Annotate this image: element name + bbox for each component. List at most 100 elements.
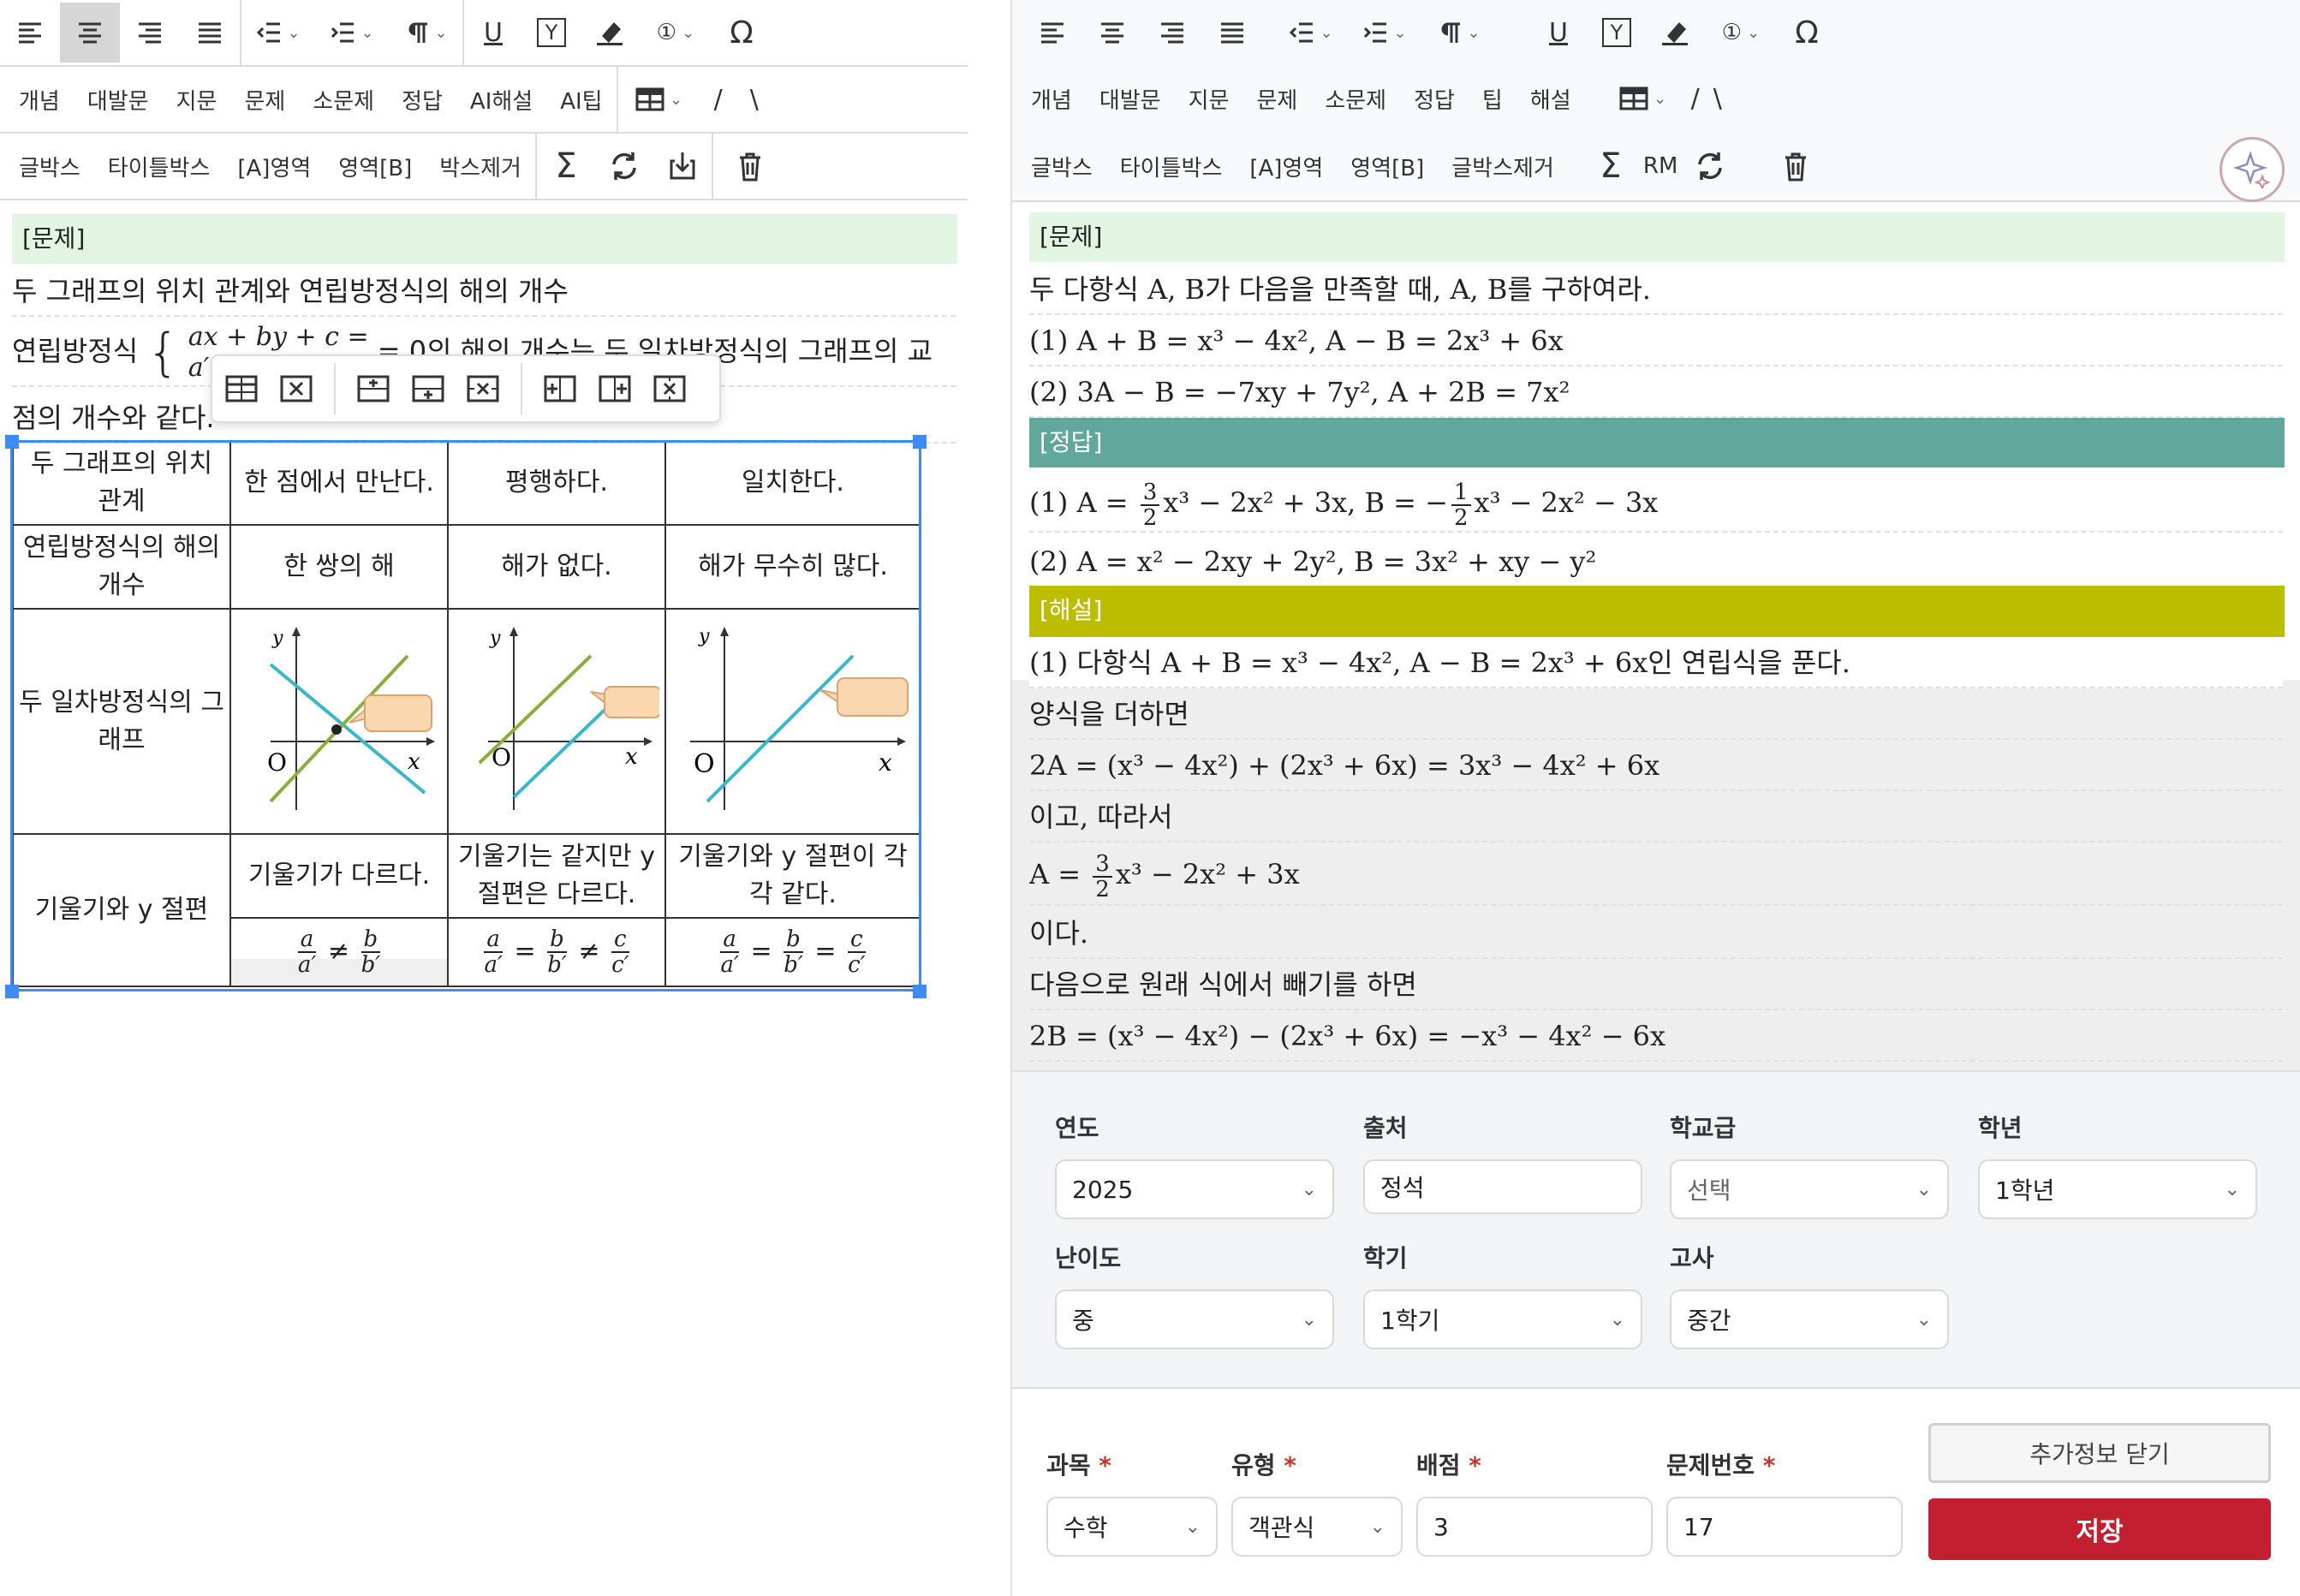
- btn-concept[interactable]: 개념: [0, 84, 74, 116]
- row-header-slope[interactable]: 기울기와 y 절편: [12, 833, 231, 987]
- cell-ratio-2[interactable]: a a′ = b b′ ≠ c c′: [447, 917, 666, 987]
- align-left-icon[interactable]: [0, 3, 60, 63]
- insert-column-right-icon[interactable]: [598, 374, 632, 403]
- insert-row-below-icon[interactable]: [411, 374, 445, 403]
- year-select[interactable]: 2025 ⌄: [1055, 1159, 1334, 1219]
- align-justify-icon[interactable]: [180, 3, 240, 63]
- align-justify-icon[interactable]: [1202, 3, 1262, 63]
- paragraph-icon[interactable]: ⌄: [1421, 3, 1495, 63]
- box-y-icon[interactable]: Y: [1588, 3, 1646, 63]
- paragraph-icon[interactable]: ⌄: [389, 3, 462, 63]
- sigma-icon[interactable]: Σ: [537, 136, 595, 196]
- btn-a-area[interactable]: [A]영역: [1236, 151, 1337, 182]
- refresh-icon[interactable]: [1684, 136, 1736, 196]
- underline-icon[interactable]: U: [464, 3, 522, 63]
- btn-a-area[interactable]: [A]영역: [223, 151, 325, 182]
- cell-position-parallel[interactable]: 평행하다.: [447, 440, 666, 526]
- outdent-icon[interactable]: ⌄: [241, 3, 315, 63]
- btn-title-box[interactable]: 타이틀박스: [1106, 151, 1236, 182]
- cell-solution-none[interactable]: 해가 없다.: [447, 524, 666, 610]
- table-icon[interactable]: ⌄: [1602, 68, 1684, 128]
- refresh-icon[interactable]: [595, 136, 653, 196]
- delete-row-icon[interactable]: [466, 374, 500, 403]
- circled-number-icon[interactable]: ① ⌄: [639, 3, 712, 63]
- trash-icon[interactable]: [713, 136, 787, 196]
- resize-handle-bottom-left[interactable]: [5, 985, 19, 998]
- align-right-icon[interactable]: [120, 3, 180, 63]
- cell-position-intersect[interactable]: 한 점에서 만난다.: [229, 440, 449, 526]
- insert-row-above-icon[interactable]: [356, 374, 390, 403]
- btn-answer[interactable]: 정답: [388, 84, 456, 116]
- rm-button[interactable]: RM: [1636, 153, 1685, 179]
- btn-text-box[interactable]: 글박스: [1012, 151, 1106, 182]
- circled-number-icon[interactable]: ① ⌄: [1704, 3, 1778, 63]
- btn-problem[interactable]: 문제: [230, 84, 299, 116]
- cell-solution-infinite[interactable]: 해가 무수히 많다.: [664, 524, 921, 610]
- btn-big-question[interactable]: 대발문: [1086, 83, 1175, 115]
- difficulty-select[interactable]: 중 ⌄: [1055, 1289, 1334, 1349]
- trash-icon[interactable]: [1761, 136, 1830, 196]
- row-header-graphs[interactable]: 두 일차방정식의 그래프: [12, 608, 231, 835]
- omega-icon[interactable]: Ω: [1778, 3, 1836, 63]
- insert-column-left-icon[interactable]: [543, 374, 577, 403]
- omega-icon[interactable]: Ω: [712, 3, 771, 63]
- btn-text-box[interactable]: 글박스: [0, 151, 94, 182]
- resize-handle-bottom-right[interactable]: [913, 985, 927, 998]
- download-icon[interactable]: [653, 136, 712, 196]
- btn-ai-solution[interactable]: AI해설: [456, 84, 546, 116]
- btn-answer[interactable]: 정답: [1400, 83, 1469, 115]
- align-left-icon[interactable]: [1022, 3, 1082, 63]
- highlighter-icon[interactable]: [581, 3, 639, 63]
- btn-sub-problem[interactable]: 소문제: [299, 84, 388, 116]
- btn-sub-problem[interactable]: 소문제: [1311, 83, 1400, 115]
- cell-graph-intersect[interactable]: y x O: [229, 608, 449, 835]
- cell-solution-one[interactable]: 한 쌍의 해: [229, 524, 449, 610]
- ai-sparkle-button[interactable]: [2220, 137, 2285, 202]
- problem-number-input[interactable]: 17: [1666, 1497, 1903, 1557]
- source-input[interactable]: 정석: [1363, 1159, 1642, 1214]
- delete-column-icon[interactable]: [652, 374, 687, 403]
- align-center-icon[interactable]: [1082, 3, 1142, 63]
- semester-select[interactable]: 1학기 ⌄: [1363, 1289, 1642, 1349]
- btn-remove-box[interactable]: 박스제거: [426, 151, 535, 182]
- type-select[interactable]: 객관식 ⌄: [1231, 1497, 1403, 1557]
- diagonal-slash-button[interactable]: /: [1684, 84, 1707, 114]
- btn-ai-tip[interactable]: AI팁: [546, 84, 616, 116]
- btn-title-box[interactable]: 타이틀박스: [94, 151, 224, 182]
- diagonal-backslash-button[interactable]: \: [736, 85, 772, 115]
- graph-relation-table[interactable]: 두 그래프의 위치 관계 한 점에서 만난다. 평행하다. 일치한다. 연립방정…: [12, 440, 921, 987]
- table-icon[interactable]: ⌄: [618, 69, 700, 129]
- cell-position-coincide[interactable]: 일치한다.: [664, 440, 921, 526]
- delete-table-icon[interactable]: [279, 374, 313, 403]
- resize-handle-top-left[interactable]: [5, 435, 19, 449]
- grade-select[interactable]: 1학년 ⌄: [1978, 1159, 2257, 1219]
- school-level-select[interactable]: 선택 ⌄: [1670, 1159, 1949, 1219]
- table-properties-icon[interactable]: [224, 374, 259, 403]
- subject-select[interactable]: 수학 ⌄: [1046, 1497, 1218, 1557]
- btn-remove-text-box[interactable]: 글박스제거: [1438, 151, 1568, 182]
- align-center-icon[interactable]: [60, 3, 120, 63]
- btn-tip[interactable]: 팁: [1469, 83, 1516, 115]
- row-header-solutions[interactable]: 연립방정식의 해의 개수: [12, 524, 231, 610]
- outdent-icon[interactable]: ⌄: [1274, 3, 1348, 63]
- cell-graph-coincide[interactable]: y x O: [664, 608, 921, 835]
- indent-icon[interactable]: ⌄: [1348, 3, 1421, 63]
- score-input[interactable]: 3: [1416, 1497, 1653, 1557]
- diagonal-backslash-button[interactable]: \: [1707, 84, 1729, 114]
- save-button[interactable]: 저장: [1928, 1498, 2271, 1560]
- btn-passage[interactable]: 지문: [1175, 83, 1243, 115]
- underline-icon[interactable]: U: [1529, 3, 1588, 63]
- box-y-icon[interactable]: Y: [522, 3, 581, 63]
- btn-passage[interactable]: 지문: [163, 84, 231, 116]
- diagonal-slash-button[interactable]: /: [700, 85, 736, 115]
- close-extra-info-button[interactable]: 추가정보 닫기: [1928, 1423, 2271, 1483]
- exam-select[interactable]: 중간 ⌄: [1670, 1289, 1949, 1349]
- row-header-position[interactable]: 두 그래프의 위치 관계: [12, 440, 231, 526]
- btn-concept[interactable]: 개념: [1012, 83, 1086, 115]
- sigma-icon[interactable]: Σ: [1585, 136, 1636, 196]
- btn-solution[interactable]: 해설: [1516, 83, 1585, 115]
- resize-handle-top-right[interactable]: [913, 435, 927, 449]
- cell-ratio-3[interactable]: a a′ = b b′ = c c′: [664, 917, 921, 987]
- btn-big-question[interactable]: 대발문: [74, 84, 163, 116]
- indent-icon[interactable]: ⌄: [315, 3, 389, 63]
